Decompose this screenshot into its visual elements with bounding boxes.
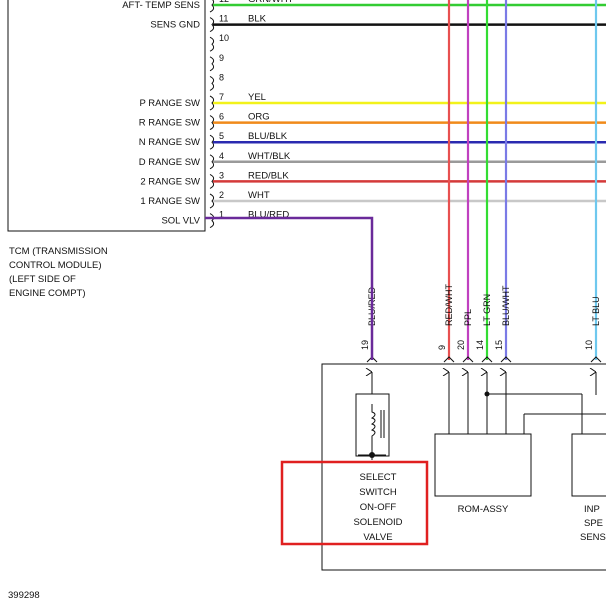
sensor-label-line-1: INP (584, 504, 600, 515)
tcm-pin-number: 3 (219, 170, 224, 180)
footer-code: 399298 (8, 590, 40, 601)
tcm-signal-label: D RANGE SW (139, 157, 200, 168)
vertical-wire-label: RED/WHT (444, 284, 454, 326)
solenoid-label-line-5: VALVE (363, 532, 392, 543)
solenoid-label-line-2: SWITCH (359, 487, 397, 498)
rom-assy-label: ROM-ASSY (458, 504, 509, 515)
pin-bracket (209, 36, 215, 52)
tcm-wire-label: WHT (248, 190, 270, 201)
vertical-pin-number: 10 (584, 340, 594, 350)
tcm-name-line-4: ENGINE COMPT) (9, 288, 86, 299)
wiring-diagram: AFT- TEMP SENS SENS GND P RANGE SW R RANGE … (7, 0, 606, 601)
vertical-wire-label: PPL (463, 309, 473, 326)
sensor-box (571, 433, 606, 497)
tcm-wire-label: BLK (248, 14, 267, 25)
tcm-wire-label: BLU/BLK (248, 131, 288, 142)
tcm-signal-label: 2 RANGE SW (140, 176, 200, 187)
solenoid-label-line-1: SELECT (360, 472, 397, 483)
tcm-pin-number: 12 (219, 0, 229, 4)
tcm-wire-label: WHT/BLK (248, 151, 291, 162)
tcm-pin-number: 8 (219, 72, 224, 82)
vertical-wire-label: LT GRN (482, 294, 492, 326)
tcm-wire-label: ORG (248, 112, 270, 123)
sensor-label-line-3: SENS (580, 532, 606, 543)
tcm-wire-label: RED/BLK (248, 170, 289, 181)
sol-vlv-wire (205, 216, 374, 360)
solenoid-label-line-3: ON-OFF (360, 502, 397, 513)
tcm-signal-label: SENS GND (150, 20, 200, 31)
vertical-pin-number: 19 (360, 340, 370, 350)
solenoid-label-line-4: SOLENOID (353, 517, 402, 528)
rom-assy-box (434, 433, 532, 497)
tcm-wire-labels: GRN/WHTBLKYELORGBLU/BLKWHT/BLKRED/BLKWHT… (248, 0, 294, 221)
sensor-label-line-2: SPE (584, 518, 603, 529)
vertical-pin-number: 14 (475, 340, 485, 350)
tcm-signal-label: P RANGE SW (139, 98, 200, 109)
tcm-pin-number: 9 (219, 53, 224, 63)
vertical-pin-number: 20 (456, 340, 466, 350)
tcm-name-line-1: TCM (TRANSMISSION (9, 246, 108, 257)
vertical-pin-number: 9 (437, 345, 447, 350)
vertical-wire-label: LT BLU (591, 296, 601, 326)
solenoid-symbol (355, 393, 390, 460)
tcm-name-line-2: CONTROL MODULE) (9, 260, 102, 271)
tcm-pin-number: 6 (219, 112, 224, 122)
tcm-signal-label: N RANGE SW (139, 137, 200, 148)
pin-bracket (209, 213, 215, 229)
tcm-signal-label: AFT- TEMP SENS (122, 0, 200, 11)
tcm-signal-label: R RANGE SW (139, 118, 200, 129)
junction-dot (484, 391, 490, 397)
tcm-wire-label: YEL (248, 92, 266, 103)
vertical-wire-label: BLU/WHT (501, 285, 511, 326)
pin-bracket (209, 75, 215, 91)
highlight-box (280, 460, 429, 546)
vertical-pin-number: 15 (494, 340, 504, 350)
tcm-name-line-3: (LEFT SIDE OF (9, 274, 76, 285)
tcm-pin-number: 4 (219, 151, 224, 161)
tcm-pin-brackets: 121110987654321 (209, 0, 229, 229)
tcm-pin-number: 7 (219, 92, 224, 102)
tcm-pin-number: 10 (219, 33, 229, 43)
tcm-pin-number: 11 (219, 14, 228, 24)
internal-leads (372, 372, 606, 434)
tcm-pin-number: 5 (219, 131, 224, 141)
tcm-signal-label: 1 RANGE SW (140, 196, 200, 207)
tcm-pin-number: 2 (219, 190, 224, 200)
pin-bracket (209, 56, 215, 72)
tcm-signal-label: SOL VLV (161, 216, 200, 227)
